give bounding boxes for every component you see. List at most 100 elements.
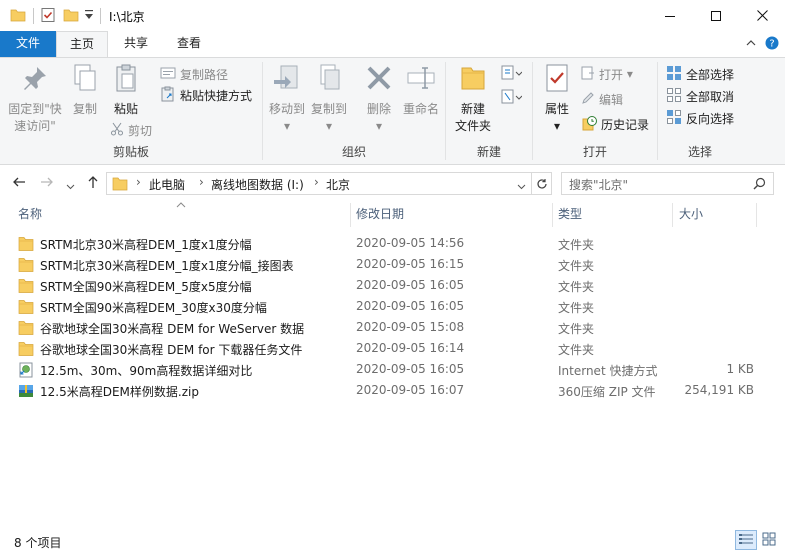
invert-selection-button[interactable]: 反向选择 [666, 108, 734, 128]
maximize-button[interactable] [693, 0, 739, 31]
search-icon[interactable] [753, 177, 766, 193]
breadcrumb-separator-icon[interactable]: › [199, 175, 204, 189]
properties-quick-access-icon[interactable] [40, 7, 56, 26]
file-row[interactable]: SRTM北京30米高程DEM_1度x1度分幅_接图表 2020-09-05 16:… [14, 254, 754, 275]
breadcrumb-separator-icon[interactable]: › [314, 175, 319, 189]
file-row[interactable]: 12.5米高程DEM样例数据.zip 2020-09-05 16:07 360压缩 … [14, 380, 754, 401]
rename-button[interactable]: 重命名 [399, 62, 443, 118]
copy-to-button[interactable]: 复制到 ▾ [309, 62, 349, 135]
file-date: 2020-09-05 16:05 [356, 278, 465, 292]
move-to-button[interactable]: 移动到 ▾ [267, 62, 307, 135]
close-icon [756, 10, 768, 21]
file-row[interactable]: 谷歌地球全国30米高程 DEM for WeServer 数据 2020-09-0… [14, 317, 754, 338]
copy-path-button[interactable]: 复制路径 [160, 64, 228, 84]
file-type: 文件夹 [558, 238, 595, 252]
delete-button[interactable]: 删除 ▾ [361, 62, 397, 135]
column-header-date[interactable]: 修改日期 [356, 205, 404, 225]
file-name: 谷歌地球全国30米高程 DEM for WeServer 数据 [40, 322, 305, 336]
tab-home[interactable]: 主页 [56, 31, 108, 57]
column-header-size[interactable]: 大小 [679, 205, 703, 225]
maximize-icon [711, 10, 721, 21]
new-folder-icon [452, 62, 494, 99]
file-row[interactable]: 谷歌地球全国30米高程 DEM for 下载器任务文件 2020-09-05 16… [14, 338, 754, 359]
help-icon[interactable]: ? [765, 36, 779, 53]
internet-shortcut-icon [18, 362, 34, 381]
close-button[interactable] [739, 0, 785, 31]
organize-group-label: 组织 [341, 145, 366, 159]
tab-file[interactable]: 文件 [0, 31, 56, 57]
edit-button[interactable]: 编辑 [581, 89, 623, 109]
breadcrumb-drive[interactable]: 离线地图数据 (I:) [211, 176, 304, 193]
file-name: 12.5m、30m、90m高程数据详细对比 [40, 364, 253, 378]
collapse-ribbon-icon[interactable] [746, 37, 756, 51]
tab-share[interactable]: 共享 [110, 31, 162, 57]
folder-icon [10, 7, 26, 26]
new-item-icon[interactable] [500, 64, 523, 85]
file-date: 2020-09-05 16:14 [356, 341, 465, 355]
file-name: SRTM北京30米高程DEM_1度x1度分幅 [40, 238, 252, 252]
column-header-type[interactable]: 类型 [558, 205, 582, 225]
file-row[interactable]: SRTM北京30米高程DEM_1度x1度分幅 2020-09-05 14:56 文件… [14, 233, 754, 254]
paste-button[interactable]: 粘贴 [108, 62, 144, 118]
select-all-icon [666, 65, 682, 84]
chevron-down-icon [66, 184, 75, 190]
address-bar[interactable]: › 此电脑 › 离线地图数据 (I:) › 北京 [106, 172, 532, 195]
quick-access-dropdown-icon[interactable] [84, 9, 94, 24]
paste-shortcut-button[interactable]: 粘贴快捷方式 [160, 85, 252, 105]
up-arrow-icon [88, 176, 98, 188]
breadcrumb-current-folder[interactable]: 北京 [326, 176, 350, 193]
large-icons-view-button[interactable] [759, 530, 781, 550]
history-button[interactable]: 历史记录 [581, 114, 649, 134]
cut-button[interactable]: 剪切 [110, 120, 152, 140]
file-row[interactable]: SRTM全国90米高程DEM_30度x30度分幅 2020-09-05 16:05… [14, 296, 754, 317]
file-size: 1 KB [726, 362, 754, 376]
file-date: 2020-09-05 14:56 [356, 236, 465, 250]
pin-quick-access-button[interactable]: 固定到"快 速访问" [6, 62, 64, 135]
details-view-button[interactable] [735, 530, 757, 550]
breadcrumb-separator-icon[interactable]: › [136, 175, 141, 189]
navigation-bar: › 此电脑 › 离线地图数据 (I:) › 北京 搜索"北京" [0, 166, 785, 202]
refresh-button[interactable] [532, 172, 552, 195]
new-folder-quick-access-icon[interactable] [63, 7, 79, 26]
file-type: 360压缩 ZIP 文件 [558, 385, 656, 399]
pin-icon [6, 62, 64, 99]
file-type: Internet 快捷方式 [558, 364, 658, 378]
folder-icon [18, 299, 34, 317]
clipboard-group: 固定到"快 速访问" 复制 粘贴 复制路径 粘贴快捷方式 剪切 剪贴板 [0, 58, 262, 164]
easy-access-icon[interactable] [500, 88, 523, 109]
breadcrumb-this-pc[interactable]: 此电脑 [149, 176, 185, 193]
svg-text:?: ? [769, 39, 774, 50]
copy-to-icon [309, 62, 349, 99]
ribbon: 固定到"快 速访问" 复制 粘贴 复制路径 粘贴快捷方式 剪切 剪贴板 移动到 … [0, 57, 785, 165]
file-row[interactable]: SRTM全国90米高程DEM_5度x5度分幅 2020-09-05 16:05 文件… [14, 275, 754, 296]
tab-view[interactable]: 查看 [163, 31, 215, 57]
folder-icon [112, 176, 128, 194]
open-group: 属性 ▾ 打开 ▾ 编辑 历史记录 打开 [533, 58, 657, 164]
details-view-icon [739, 534, 753, 544]
up-button[interactable] [86, 175, 100, 193]
back-button[interactable] [12, 175, 26, 193]
file-type: 文件夹 [558, 301, 595, 315]
new-folder-button[interactable]: 新建 文件夹 [452, 62, 494, 135]
file-row[interactable]: 12.5m、30m、90m高程数据详细对比 2020-09-05 16:05 Int… [14, 359, 754, 380]
copy-icon [68, 62, 102, 99]
new-group: 新建 文件夹 新建 [446, 58, 532, 164]
forward-button[interactable] [40, 175, 54, 193]
folder-icon [18, 278, 34, 296]
minimize-button[interactable] [647, 0, 693, 31]
properties-button[interactable]: 属性 ▾ [539, 62, 575, 135]
address-history-dropdown[interactable] [517, 179, 526, 193]
copy-button[interactable]: 复制 [68, 62, 102, 118]
move-to-icon [267, 62, 307, 99]
select-all-button[interactable]: 全部选择 [666, 64, 734, 84]
clipboard-group-label: 剪贴板 [112, 145, 149, 159]
recent-locations-button[interactable] [66, 178, 75, 194]
minimize-icon [665, 15, 675, 17]
file-date: 2020-09-05 16:15 [356, 257, 465, 271]
file-date: 2020-09-05 16:05 [356, 362, 465, 376]
select-none-button[interactable]: 全部取消 [666, 86, 734, 106]
open-button[interactable]: 打开 ▾ [581, 64, 633, 84]
chevron-down-icon [517, 184, 526, 190]
column-header-name[interactable]: 名称 [18, 205, 42, 225]
search-input[interactable]: 搜索"北京" [561, 172, 774, 195]
